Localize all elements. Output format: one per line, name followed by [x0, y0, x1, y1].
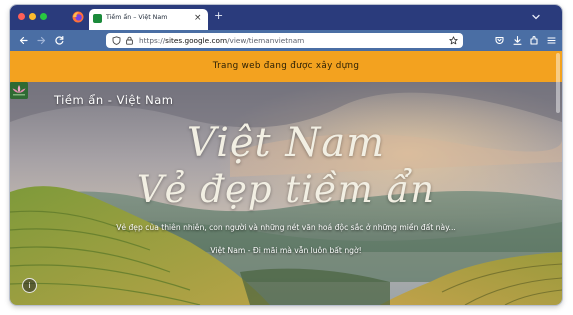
page-content: Trang web đang được xây dựng Tiềm ẩn - V…: [10, 51, 562, 305]
hero-tagline: Việt Nam - Đi mãi mà vẫn luôn bất ngờ!: [210, 246, 362, 255]
new-tab-icon[interactable]: +: [214, 10, 223, 22]
firefox-icon[interactable]: [72, 11, 84, 23]
tab-favicon: [93, 14, 102, 23]
hero-title-line-1: Việt Nam: [186, 120, 386, 166]
window-minimize-button[interactable]: [29, 13, 36, 20]
navigation-bar: https://sites.google.com/view/tiemanviet…: [10, 30, 562, 51]
banner-text: Trang web đang được xây dựng: [212, 61, 360, 71]
extensions-icon[interactable]: [529, 35, 540, 46]
tab-title: Tiềm ẩn – Việt Nam: [106, 14, 168, 21]
tab-close-icon[interactable]: ×: [194, 12, 202, 24]
list-all-tabs-icon[interactable]: [530, 11, 542, 23]
url-scheme: https://: [139, 36, 166, 45]
download-icon[interactable]: [512, 35, 523, 46]
page-scrollbar[interactable]: [556, 53, 560, 113]
lotus-logo-icon[interactable]: [10, 82, 28, 99]
url-bar[interactable]: https://sites.google.com/view/tiemanviet…: [106, 33, 463, 48]
window-zoom-button[interactable]: [40, 13, 47, 20]
pocket-icon[interactable]: [494, 35, 505, 46]
lock-icon[interactable]: [125, 36, 134, 45]
window-close-button[interactable]: [18, 13, 25, 20]
back-arrow-icon[interactable]: [18, 35, 29, 46]
url-path: /view/tiemanvietnam: [227, 36, 305, 45]
shield-icon[interactable]: [112, 36, 121, 45]
info-icon[interactable]: i: [22, 278, 37, 293]
url-text: https://sites.google.com/view/tiemanviet…: [139, 36, 304, 45]
hero-title-line-2: Vẻ đẹp tiềm ẩn: [136, 168, 436, 211]
tab-strip: Tiềm ẩn – Việt Nam × +: [10, 5, 562, 30]
bookmark-star-icon[interactable]: [449, 36, 458, 45]
active-tab[interactable]: Tiềm ẩn – Việt Nam ×: [89, 9, 208, 30]
forward-arrow-icon[interactable]: [36, 35, 47, 46]
construction-banner: Trang web đang được xây dựng: [10, 51, 562, 82]
browser-window: Tiềm ẩn – Việt Nam × + https://sites.goo…: [10, 5, 562, 305]
hero-subtitle: Vẻ đẹp của thiên nhiên, con người và nhữ…: [116, 223, 456, 232]
url-host: sites.google.com: [165, 36, 228, 45]
site-name-link[interactable]: Tiềm ẩn - Việt Nam: [54, 93, 174, 107]
hamburger-menu-icon[interactable]: [546, 35, 557, 46]
hero-section: Tiềm ẩn - Việt Nam Việt Nam Vẻ đẹp tiềm …: [10, 82, 562, 305]
reload-icon[interactable]: [54, 35, 65, 46]
